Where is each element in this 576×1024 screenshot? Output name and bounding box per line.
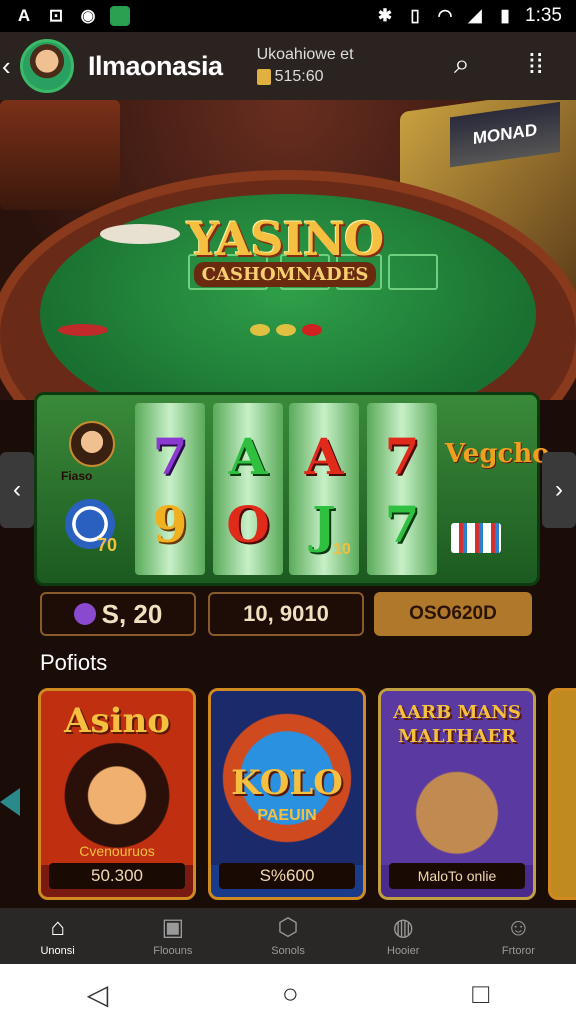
game-card-price: MaloTo onlie <box>389 863 525 889</box>
chip-icon <box>250 324 270 336</box>
home-icon: ⌂ <box>50 914 65 941</box>
nav-label: Floouns <box>153 945 193 957</box>
chip-stack-icon <box>58 324 108 336</box>
bluetooth-icon: ✱ <box>377 6 393 25</box>
sim-icon: ▯ <box>410 6 420 25</box>
nav-label: Frtoror <box>501 945 535 957</box>
reel-4: 7 7 <box>367 403 437 575</box>
reel-symbol: O <box>226 495 270 554</box>
game-card-subtitle: PAEUIN <box>257 807 317 824</box>
slot-next-arrow[interactable]: › <box>542 452 576 528</box>
hero-banner[interactable]: MONAD YASINO CASHOMNADES <box>0 100 576 400</box>
status-right-icons: ✱ ▯ ◠ ◢ ▮ 1:35 <box>375 5 562 27</box>
logo-subtitle: CASHOMNADES <box>193 262 377 287</box>
app-header: ‹ Ilmaonasia Ukoahiowe et 515:60 ⌕ ⁞⁞ <box>0 32 576 100</box>
vegas-label: Vegcho <box>445 439 550 469</box>
reel-symbol: A <box>304 427 344 486</box>
stat-bet-value: S, 20 <box>101 598 163 629</box>
a-icon: A <box>17 6 31 25</box>
account-name: Ukoahiowe et <box>256 46 354 63</box>
game-card-title: Asino <box>64 701 170 741</box>
cast-icon: ⊡ <box>48 6 64 25</box>
felt-marking <box>388 254 438 290</box>
casino-logo: YASINO CASHOMNADES <box>180 212 390 287</box>
profile-icon: ☺ <box>506 914 531 941</box>
nav-item-profile[interactable]: ☺ Frtoror <box>461 908 576 964</box>
section-title: Pofiots <box>40 650 108 675</box>
shield-icon: ⬡ <box>277 914 299 941</box>
chip-icon <box>276 324 296 336</box>
nav-item-hooier[interactable]: ◍ Hooier <box>346 908 461 964</box>
reel-symbol: 7 <box>384 427 420 486</box>
reel-badge: 10 <box>333 541 351 558</box>
chip-icon <box>302 324 322 336</box>
reel-2: A O <box>213 403 283 575</box>
slot-machine-left-image <box>0 100 120 210</box>
stat-total-value: 10, 9010 <box>243 601 329 626</box>
reel-symbol: 9 <box>152 495 188 554</box>
search-icon[interactable]: ⌕ <box>454 48 470 81</box>
game-card-2[interactable]: KOLO PAEUIN S%600 <box>208 688 366 900</box>
globe-icon: ◍ <box>392 914 414 941</box>
game-card-title: KOLO <box>231 763 343 803</box>
game-card-1[interactable]: Asino Cvenouruos 50.300 <box>38 688 196 900</box>
more-icon[interactable]: ⁞⁞ <box>528 48 544 80</box>
nav-label: Unonsi <box>40 945 75 957</box>
scroll-left-icon[interactable] <box>0 788 20 816</box>
wifi-icon: ◠ <box>437 6 453 25</box>
logo-title: YASINO <box>186 212 384 266</box>
back-arrow-icon[interactable]: ‹ <box>2 51 20 82</box>
battery-icon: ▮ <box>500 6 510 25</box>
avatar[interactable] <box>20 39 74 93</box>
reel-1: 7 9 <box>135 403 205 575</box>
rooms-icon: ▣ <box>161 914 185 941</box>
status-left-icons: A ⊡ ◉ <box>14 6 130 26</box>
nav-label: Sonols <box>271 945 305 957</box>
reel-symbol: 7 <box>152 427 188 486</box>
chips-image <box>451 523 501 553</box>
reel-3: A J 10 <box>289 403 359 575</box>
side-label: Fiaso <box>61 469 93 483</box>
status-time: 1:35 <box>525 5 562 26</box>
stat-bet[interactable]: S, 20 <box>40 592 196 636</box>
home-circle-icon[interactable]: ○ <box>282 978 299 1010</box>
machine-screen: MONAD <box>450 101 560 168</box>
back-icon[interactable]: ◁ <box>87 978 109 1011</box>
game-card-3[interactable]: AARB MANS MALTHAER MaloTo onlie <box>378 688 536 900</box>
reel-symbol: A <box>228 427 268 486</box>
side-value: 70 <box>97 535 118 555</box>
chip-stack-icon <box>100 224 180 244</box>
nav-item-rooms[interactable]: ▣ Floouns <box>115 908 230 964</box>
stat-total[interactable]: 10, 9010 <box>208 592 364 636</box>
system-nav-bar: ◁ ○ □ <box>0 964 576 1024</box>
bottom-nav: ⌂ Unonsi ▣ Floouns ⬡ Sonols ◍ Hooier ☺ F… <box>0 908 576 964</box>
stat-win-value: OSO620D <box>409 603 497 624</box>
nav-item-sonols[interactable]: ⬡ Sonols <box>230 908 345 964</box>
player-portrait <box>69 421 115 467</box>
stat-win[interactable]: OSO620D <box>374 592 532 636</box>
gem-icon <box>73 603 96 625</box>
status-bar: A ⊡ ◉ ✱ ▯ ◠ ◢ ▮ 1:35 <box>0 0 576 32</box>
nav-label: Hooier <box>387 945 420 957</box>
slot-prev-arrow[interactable]: ‹ <box>0 452 34 528</box>
app-title: Ilmaonasia <box>88 50 223 81</box>
game-card-caption: Cvenouruos <box>79 843 155 859</box>
game-card-4-partial[interactable] <box>548 688 576 900</box>
signal-icon: ◢ <box>468 6 482 25</box>
circle-icon: ◉ <box>80 6 96 25</box>
app-root: A ⊡ ◉ ✱ ▯ ◠ ◢ ▮ 1:35 ‹ Ilmaonasia Ukoahi… <box>0 0 576 1024</box>
recents-icon[interactable]: □ <box>472 978 489 1010</box>
account-info[interactable]: Ukoahiowe et 515:60 <box>256 44 354 88</box>
coin-icon <box>256 69 271 85</box>
balance-value: 515:60 <box>274 68 324 85</box>
game-card-price: S%600 <box>219 863 355 889</box>
reel-symbol: 7 <box>384 495 420 554</box>
game-card-title: AARB MANS MALTHAER <box>393 702 521 747</box>
slot-machine[interactable]: Fiaso 70 7 9 A O A J 10 7 7 Vegcho <box>34 392 550 586</box>
nav-item-home[interactable]: ⌂ Unonsi <box>0 908 115 964</box>
balance-row: 515:60 <box>256 66 354 88</box>
game-card-price: 50.300 <box>49 863 185 889</box>
green-app-icon <box>110 6 130 26</box>
